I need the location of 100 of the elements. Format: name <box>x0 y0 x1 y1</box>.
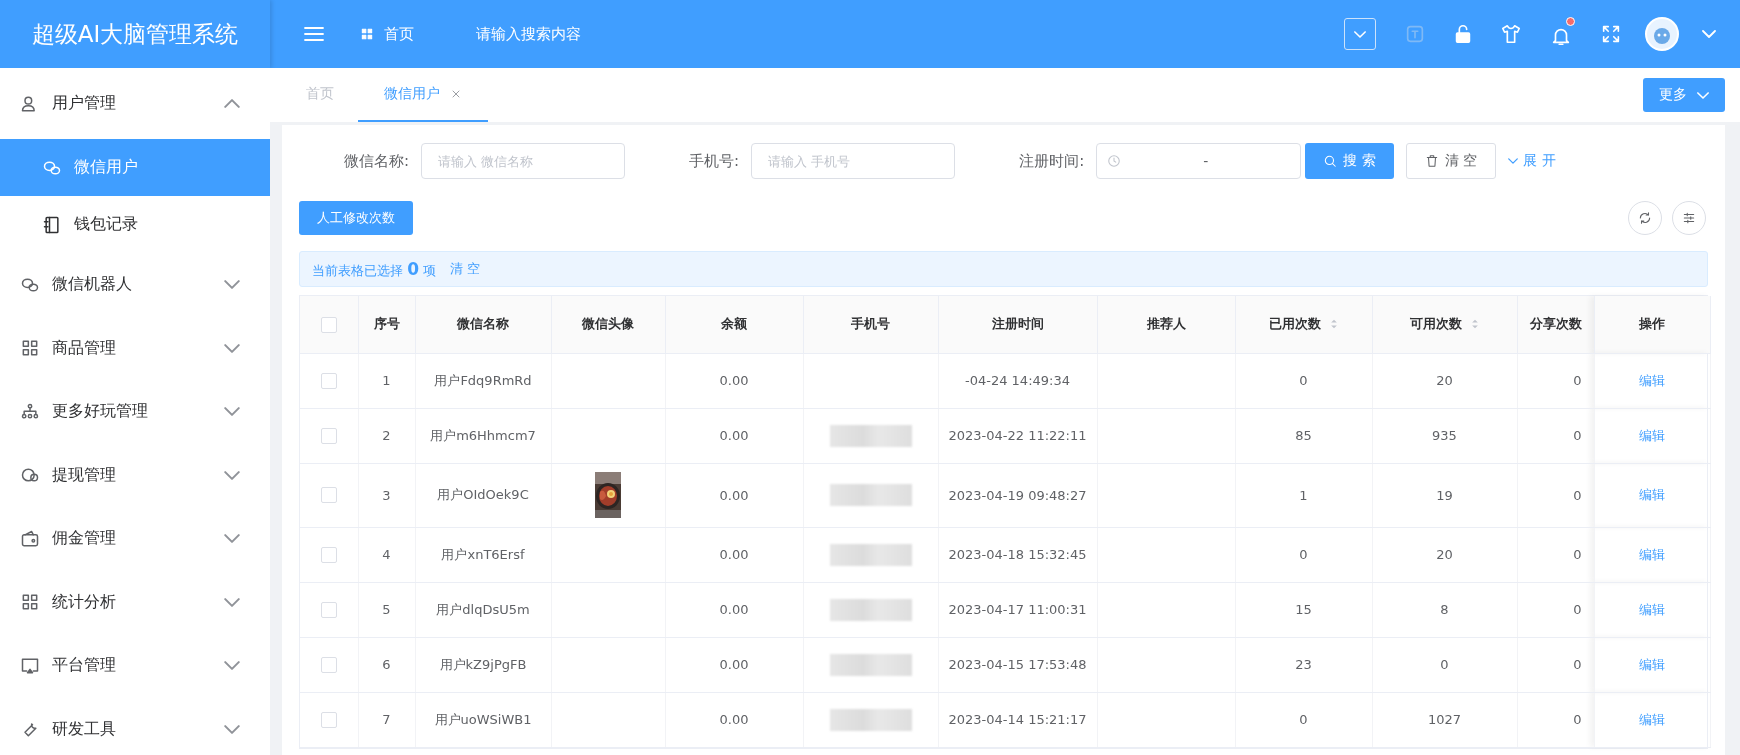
table-cell: 20 <box>1436 547 1453 562</box>
table-cell: 用户kZ9jPgFB <box>439 656 527 672</box>
edit-link[interactable]: 编辑 <box>1639 427 1665 443</box>
table-cell: 2 <box>382 428 391 443</box>
column-header: 微信名称 <box>457 315 509 334</box>
table-cell: 用户dlqDsU5m <box>436 601 530 617</box>
sidebar-group[interactable]: 用户管理 <box>0 68 270 139</box>
clear-button[interactable]: 清 空 <box>1405 143 1497 179</box>
field-label: 微信名称: <box>344 151 410 171</box>
tab[interactable]: 首页 <box>282 68 358 122</box>
table-cell: 1 <box>1299 487 1308 503</box>
tab[interactable]: 微信用户 <box>358 68 488 122</box>
table-cell: 0.00 <box>719 602 749 617</box>
sliders-icon <box>1682 211 1696 225</box>
sidebar-group[interactable]: 微信机器人 <box>0 253 270 317</box>
table-cell: 1027 <box>1427 712 1462 727</box>
column-header: 手机号 <box>851 315 890 334</box>
home-link[interactable]: 首页 <box>360 24 414 44</box>
table-cell: 用户Fdq9RmRd <box>434 372 532 388</box>
sidebar-group[interactable]: 商品管理 <box>0 316 270 380</box>
table-cell: 用户xnT6Ersf <box>441 546 525 562</box>
table-cell: 0.00 <box>719 487 749 503</box>
input-field[interactable]: 请输入 微信名称 <box>421 143 626 179</box>
table-cell: 85 <box>1295 428 1312 443</box>
table-cell: 0 <box>1573 547 1582 562</box>
edit-link[interactable]: 编辑 <box>1639 487 1665 502</box>
table-cell: 8 <box>1440 602 1449 617</box>
chevron-down-icon <box>1354 30 1366 38</box>
column-header: 序号 <box>373 315 400 334</box>
column-header[interactable]: 已用次数 <box>1268 315 1339 334</box>
selection-count-text: 当前表格已选择 0 项 <box>312 258 437 280</box>
dropdown-button[interactable] <box>1344 18 1376 50</box>
column-header: 余额 <box>721 315 747 334</box>
edit-count-button[interactable]: 人工修改次数 <box>299 201 413 235</box>
clear-selection-link[interactable]: 清 空 <box>450 260 481 278</box>
search-button[interactable]: 搜 索 <box>1305 143 1394 179</box>
sidebar-icon <box>42 214 62 235</box>
table-cell: 4 <box>382 547 391 562</box>
checkbox[interactable] <box>320 546 337 563</box>
column-header: 注册时间 <box>991 315 1044 334</box>
expand-link[interactable]: 展 开 <box>1508 152 1556 170</box>
sidebar-item[interactable]: 钱包记录 <box>0 196 270 253</box>
sidebar-group[interactable]: 统计分析 <box>0 570 270 634</box>
table-cell: 23 <box>1295 657 1312 672</box>
table-cell: 0 <box>1573 428 1582 443</box>
more-button[interactable]: 更多 <box>1643 78 1725 112</box>
column-header: 分享次数 <box>1529 315 1582 334</box>
checkbox[interactable] <box>320 487 337 504</box>
table-cell: 用户m6Hhmcm7 <box>430 427 536 443</box>
checkbox[interactable] <box>320 316 337 333</box>
date-range-field[interactable]: - <box>1096 143 1302 179</box>
field-label: 注册时间: <box>1019 151 1085 171</box>
sidebar-item[interactable]: 微信用户 <box>0 139 270 196</box>
sidebar-group[interactable]: 提现管理 <box>0 443 270 507</box>
edit-link[interactable]: 编辑 <box>1639 601 1665 617</box>
checkbox[interactable] <box>320 601 337 618</box>
table-cell: 6 <box>382 657 391 672</box>
close-icon <box>450 88 462 100</box>
table-cell: 0 <box>1573 602 1582 617</box>
input-field[interactable]: 请输入 手机号 <box>751 143 956 179</box>
sidebar-group[interactable]: 更多好玩管理 <box>0 380 270 444</box>
column-header: 微信头像 <box>582 315 634 334</box>
avatar-button[interactable] <box>1644 16 1680 52</box>
table-cell: 2023-04-15 17:53:48 <box>948 657 1087 672</box>
checkbox[interactable] <box>320 711 337 728</box>
grid-icon <box>360 27 374 41</box>
table-cell: 0.00 <box>719 712 749 727</box>
checkbox[interactable] <box>320 656 337 673</box>
search-field[interactable]: 请输入搜索内容 <box>474 24 674 44</box>
chevron-down-icon <box>1697 91 1709 99</box>
clock-icon <box>1107 154 1122 168</box>
app-title: 超级AI大脑管理系统 <box>0 0 270 68</box>
table-cell: 0 <box>1573 712 1582 727</box>
table-cell: 2023-04-17 11:00:31 <box>948 602 1087 617</box>
chevron-down-icon <box>1508 158 1519 164</box>
edit-link[interactable]: 编辑 <box>1639 711 1665 727</box>
sidebar-group[interactable]: 研发工具 <box>0 697 270 755</box>
table-cell: 0 <box>1440 657 1449 672</box>
sidebar-group[interactable]: 佣金管理 <box>0 507 270 571</box>
fullscreen-icon <box>1600 23 1622 45</box>
edit-link[interactable]: 编辑 <box>1639 546 1665 562</box>
table-cell: 0 <box>1573 487 1582 503</box>
table-cell: 0 <box>1573 657 1582 672</box>
edit-link[interactable]: 编辑 <box>1639 656 1665 672</box>
table-cell: 0.00 <box>719 657 749 672</box>
table-cell: 用户uoWSiWB1 <box>434 711 532 727</box>
table-cell: 7 <box>382 712 391 727</box>
table-cell: 2023-04-19 09:48:27 <box>948 487 1087 503</box>
table-cell: 用户OIdOek9C <box>437 487 529 502</box>
column-header[interactable]: 可用次数 <box>1409 315 1480 334</box>
table-cell: 0.00 <box>719 373 749 388</box>
table-cell: 0.00 <box>719 547 749 562</box>
table-cell: 1 <box>382 373 391 388</box>
checkbox[interactable] <box>320 427 337 444</box>
sidebar-group[interactable]: 平台管理 <box>0 634 270 698</box>
checkbox[interactable] <box>320 372 337 389</box>
sidebar-icon <box>20 528 40 549</box>
table-cell: 0 <box>1299 712 1308 727</box>
edit-link[interactable]: 编辑 <box>1639 372 1665 388</box>
shirt-icon <box>1500 23 1522 45</box>
